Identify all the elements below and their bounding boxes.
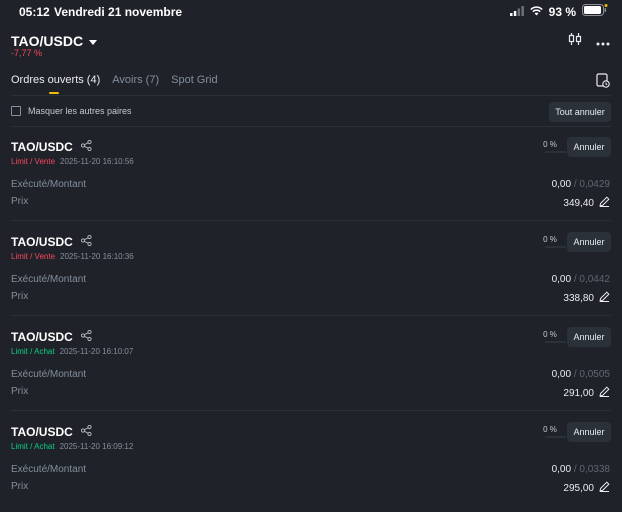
cancel-all-button[interactable]: Tout annuler <box>549 102 611 122</box>
share-icon[interactable] <box>80 424 92 439</box>
cancel-order-button[interactable]: Annuler <box>567 232 611 252</box>
status-time: 05:12 <box>19 5 50 19</box>
executed-amount-value: 0,00 / 0,0429 <box>552 179 610 190</box>
order-type: Limit / Achat <box>11 442 55 451</box>
share-icon[interactable] <box>80 139 92 154</box>
fill-percent: 0 % <box>543 425 557 434</box>
price-value: 291,00 <box>563 386 610 400</box>
wifi-icon <box>529 3 543 21</box>
share-icon[interactable] <box>80 329 92 344</box>
share-icon[interactable] <box>80 234 92 249</box>
price-amount: 295,00 <box>563 482 594 494</box>
tab-spot-grid[interactable]: Spot Grid <box>171 74 217 94</box>
fill-progress-bar <box>545 341 566 343</box>
order-history-icon[interactable] <box>596 73 610 93</box>
order-time: 2025-11-20 16:10:07 <box>59 347 134 356</box>
executed-value: 0,00 <box>551 464 572 475</box>
order-pair: TAO/USDC <box>11 139 92 154</box>
hide-other-pairs-filter[interactable]: Masquer les autres paires <box>11 106 132 116</box>
price-value: 338,80 <box>563 291 610 305</box>
price-amount: 349,40 <box>563 197 594 209</box>
price-label: Prix <box>11 481 29 492</box>
total-amount: / 0,0338 <box>573 464 610 475</box>
order-time: 2025-11-20 16:09:12 <box>59 442 134 451</box>
fill-progress-bar <box>545 151 566 153</box>
executed-amount-value: 0,00 / 0,0442 <box>552 274 610 285</box>
order-pair-label: TAO/USDC <box>11 330 73 344</box>
caret-down-icon <box>89 33 98 49</box>
fill-progress-bar <box>545 246 566 248</box>
executed-amount-value: 0,00 / 0,0505 <box>552 369 610 380</box>
order-time: 2025-11-20 16:10:36 <box>60 252 134 261</box>
battery-icon <box>582 3 608 21</box>
order-item: TAO/USDC Limit / Vente 2025-11-20 16:10:… <box>0 221 622 315</box>
order-meta: Limit / Vente 2025-11-20 16:10:56 <box>11 157 134 166</box>
total-amount: / 0,0429 <box>573 179 610 190</box>
cancel-order-button[interactable]: Annuler <box>567 137 611 157</box>
executed-amount-value: 0,00 / 0,0338 <box>552 464 610 475</box>
price-label: Prix <box>11 291 29 302</box>
executed-amount-label: Exécuté/Montant <box>11 179 87 190</box>
order-item: TAO/USDC Limit / Vente 2025-11-20 16:10:… <box>0 126 622 220</box>
price-amount: 291,00 <box>563 387 594 399</box>
status-date: Vendredi 21 novembre <box>54 5 183 19</box>
tab-open-orders[interactable]: Ordres ouverts (4) <box>11 74 100 94</box>
order-time: 2025-11-20 16:10:56 <box>60 157 134 166</box>
pair-title: TAO/USDC <box>11 33 84 49</box>
order-item: TAO/USDC Limit / Achat 2025-11-20 16:09:… <box>0 411 622 505</box>
cellular-signal-icon <box>509 3 524 21</box>
edit-icon[interactable] <box>599 291 610 305</box>
tab-holdings[interactable]: Avoirs (7) <box>112 74 159 94</box>
more-options-icon[interactable] <box>596 33 610 51</box>
executed-amount-label: Exécuté/Montant <box>11 464 87 475</box>
fill-progress-bar <box>545 436 566 438</box>
edit-icon[interactable] <box>599 196 610 210</box>
battery-percent: 93 % <box>548 5 576 19</box>
fill-percent: 0 % <box>543 235 557 244</box>
order-meta: Limit / Achat 2025-11-20 16:09:12 <box>11 442 133 451</box>
total-amount: / 0,0442 <box>573 274 610 285</box>
status-bar: 05:12 Vendredi 21 novembre 93 % <box>0 0 622 24</box>
edit-icon[interactable] <box>599 481 610 495</box>
order-item: TAO/USDC Limit / Achat 2025-11-20 16:10:… <box>0 316 622 410</box>
order-pair-label: TAO/USDC <box>11 425 73 439</box>
pair-selector[interactable]: TAO/USDC <box>11 33 98 49</box>
order-type: Limit / Achat <box>11 347 55 356</box>
fill-percent: 0 % <box>543 140 557 149</box>
executed-amount-label: Exécuté/Montant <box>11 274 87 285</box>
tab-bar: Ordres ouverts (4) Avoirs (7) Spot Grid <box>11 74 218 94</box>
hide-other-pairs-checkbox[interactable] <box>11 106 21 116</box>
cancel-order-button[interactable]: Annuler <box>567 327 611 347</box>
order-pair: TAO/USDC <box>11 424 92 439</box>
order-type: Limit / Vente <box>11 157 56 166</box>
total-amount: / 0,0505 <box>573 369 610 380</box>
header-actions <box>568 32 610 51</box>
order-meta: Limit / Vente 2025-11-20 16:10:36 <box>11 252 134 261</box>
order-pair-label: TAO/USDC <box>11 140 73 154</box>
price-value: 295,00 <box>563 481 610 495</box>
header: TAO/USDC -7,77 % <box>0 28 622 64</box>
fill-percent: 0 % <box>543 330 557 339</box>
order-pair: TAO/USDC <box>11 329 92 344</box>
order-pair: TAO/USDC <box>11 234 92 249</box>
cancel-order-button[interactable]: Annuler <box>567 422 611 442</box>
executed-value: 0,00 <box>551 369 572 380</box>
order-meta: Limit / Achat 2025-11-20 16:10:07 <box>11 347 133 356</box>
candlestick-chart-icon[interactable] <box>568 32 582 51</box>
price-change: -7,77 % <box>11 48 43 58</box>
status-right: 93 % <box>509 3 608 21</box>
price-label: Prix <box>11 386 29 397</box>
executed-value: 0,00 <box>551 179 572 190</box>
hide-other-pairs-label: Masquer les autres paires <box>28 106 132 116</box>
price-label: Prix <box>11 196 29 207</box>
executed-amount-label: Exécuté/Montant <box>11 369 87 380</box>
edit-icon[interactable] <box>599 386 610 400</box>
divider <box>11 95 611 96</box>
executed-value: 0,00 <box>551 274 572 285</box>
price-value: 349,40 <box>563 196 610 210</box>
order-pair-label: TAO/USDC <box>11 235 73 249</box>
price-amount: 338,80 <box>563 292 594 304</box>
order-type: Limit / Vente <box>11 252 56 261</box>
